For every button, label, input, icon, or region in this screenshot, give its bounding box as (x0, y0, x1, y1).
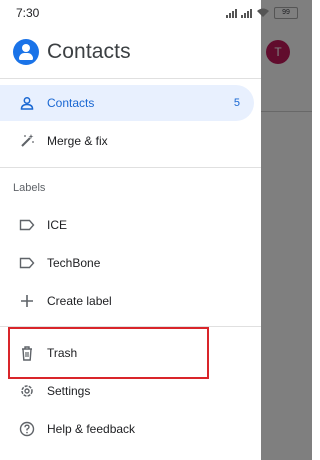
drawer-item-label: Merge & fix (47, 134, 108, 148)
contacts-count-badge: 5 (233, 97, 240, 109)
person-icon (18, 94, 36, 112)
drawer-item-create-label[interactable]: Create label (0, 283, 254, 319)
status-time: 7:30 (16, 6, 40, 20)
drawer-item-merge-fix[interactable]: Merge & fix (0, 123, 254, 159)
drawer-item-label-techbone[interactable]: TechBone (0, 245, 254, 281)
battery-icon: 99 (274, 7, 298, 19)
help-icon (18, 420, 36, 438)
signal-icon (226, 8, 237, 18)
drawer-item-label: ICE (47, 218, 68, 232)
trash-highlight-box (8, 327, 209, 379)
drawer-item-label: Settings (47, 384, 91, 398)
plus-icon (18, 292, 36, 310)
gear-icon (18, 382, 36, 400)
header-divider (0, 78, 261, 79)
label-icon (18, 254, 36, 272)
drawer-item-label: Help & feedback (47, 422, 136, 436)
signal-icon-2 (241, 8, 252, 18)
status-bar: 7:30 99 (0, 0, 312, 26)
navigation-drawer: Contacts Contacts 5 Merge & fix Labels I… (0, 0, 261, 460)
drawer-item-label: Contacts (47, 96, 95, 110)
magic-wand-icon (18, 132, 36, 150)
labels-heading: Labels (13, 182, 46, 194)
label-icon (18, 216, 36, 234)
drawer-item-label: TechBone (47, 256, 101, 270)
section-divider (0, 167, 261, 168)
wifi-icon (257, 8, 269, 17)
drawer-item-label: Create label (47, 294, 112, 308)
drawer-item-label-ice[interactable]: ICE (0, 207, 254, 243)
drawer-header: Contacts (0, 26, 261, 78)
drawer-item-contacts[interactable]: Contacts 5 (0, 85, 254, 121)
contacts-logo-icon (13, 39, 39, 65)
app-title: Contacts (47, 40, 131, 63)
drawer-item-help-feedback[interactable]: Help & feedback (0, 411, 254, 447)
